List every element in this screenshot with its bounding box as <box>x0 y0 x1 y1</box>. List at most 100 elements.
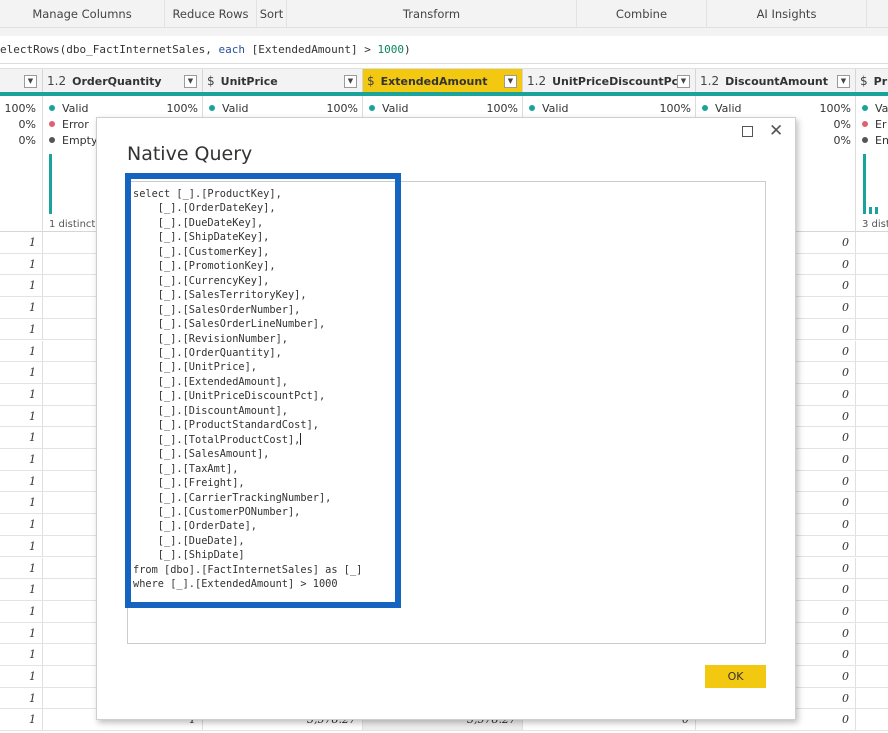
table-cell[interactable]: 1 <box>0 318 43 340</box>
table-cell[interactable] <box>856 536 888 557</box>
table-cell[interactable]: 1 <box>0 275 43 297</box>
column-header-productstandardcost[interactable]: $ Pr <box>856 69 888 93</box>
table-cell[interactable]: 1 <box>0 514 43 536</box>
table-cell[interactable]: 1 <box>0 644 43 666</box>
column-header-unitpricediscountpct[interactable]: 1.2 UnitPriceDiscountPct ▼ <box>523 69 696 93</box>
query-line: [_].[OrderDate], <box>133 520 257 533</box>
query-line: [_].[CurrencyKey], <box>133 274 270 287</box>
table-cell[interactable]: 1 <box>0 579 43 601</box>
ribbon-group-transform[interactable]: Transform <box>287 0 577 28</box>
quality-col-productstandardcost: Va Er En 3 dist <box>856 96 888 232</box>
column-dropdown-icon[interactable]: ▼ <box>184 74 197 88</box>
native-query-dialog: Native Query ✕ select [_].[ProductKey], … <box>96 117 796 720</box>
column-name: UnitPriceDiscountPct <box>552 74 677 88</box>
table-cell[interactable]: 1 <box>0 709 43 731</box>
column-dropdown-icon[interactable]: ▼ <box>24 74 37 88</box>
valid-pct: 100% <box>326 101 358 115</box>
table-cell[interactable]: 1 <box>0 666 43 687</box>
decimal-type-icon: 1.2 <box>47 74 67 88</box>
table-cell[interactable]: 1 <box>0 470 43 492</box>
table-cell[interactable] <box>856 579 888 600</box>
ribbon-group-manage-columns[interactable]: Manage Columns <box>0 0 165 28</box>
table-cell[interactable] <box>856 341 888 362</box>
empty-pct: 0% <box>18 133 36 147</box>
query-line: [_].[DiscountAmount], <box>133 404 288 417</box>
table-cell[interactable] <box>856 275 888 296</box>
formula-bar[interactable]: electRows(dbo_FactInternetSales, each [E… <box>0 36 888 64</box>
empty-dot-icon <box>49 137 55 143</box>
table-cell[interactable] <box>856 362 888 383</box>
table-cell[interactable] <box>856 319 888 340</box>
table-cell[interactable] <box>856 601 888 622</box>
close-icon[interactable]: ✕ <box>769 121 783 141</box>
table-cell[interactable] <box>856 623 888 644</box>
valid-dot-icon <box>209 105 215 111</box>
column-header-orderquantity[interactable]: 1.2 OrderQuantity ▼ <box>43 69 203 93</box>
table-cell[interactable]: 1 <box>0 383 43 405</box>
table-cell[interactable]: 1 <box>0 362 43 384</box>
column-headers: ▼ 1.2 OrderQuantity ▼ $ UnitPrice ▼ $ Ex… <box>0 68 888 93</box>
column-dropdown-icon[interactable]: ▼ <box>344 74 357 88</box>
table-cell[interactable] <box>856 666 888 687</box>
table-cell[interactable] <box>856 449 888 470</box>
table-cell[interactable]: 1 <box>0 622 43 644</box>
table-cell[interactable] <box>856 514 888 535</box>
ribbon-group-sort[interactable]: Sort <box>257 0 287 28</box>
native-query-textarea[interactable]: select [_].[ProductKey], [_].[OrderDateK… <box>127 181 766 644</box>
column-dropdown-icon[interactable]: ▼ <box>677 74 690 88</box>
table-cell[interactable] <box>856 254 888 275</box>
table-cell[interactable] <box>856 492 888 513</box>
query-line: [_].[OrderQuantity], <box>133 346 282 359</box>
table-cell[interactable] <box>856 644 888 665</box>
query-line: [_].[TaxAmt], <box>133 462 239 475</box>
text-caret <box>300 432 302 445</box>
query-line: [_].[UnitPriceDiscountPct], <box>133 390 326 403</box>
table-cell[interactable] <box>856 709 888 730</box>
table-cell[interactable]: 1 <box>0 232 43 253</box>
table-cell[interactable] <box>856 427 888 448</box>
error-dot-icon <box>862 121 868 127</box>
valid-dot-icon <box>702 105 708 111</box>
table-cell[interactable]: 1 <box>0 340 43 362</box>
formula-keyword: each <box>218 43 246 56</box>
currency-type-icon: $ <box>207 74 215 88</box>
column-header-extendedamount[interactable]: $ ExtendedAmount ▼ <box>363 69 523 93</box>
table-cell[interactable] <box>856 297 888 318</box>
currency-type-icon: $ <box>860 74 868 88</box>
column-dropdown-icon[interactable]: ▼ <box>837 74 850 88</box>
maximize-icon[interactable] <box>742 126 753 137</box>
query-line: [_].[SalesOrderLineNumber], <box>133 318 326 331</box>
valid-dot-icon <box>862 105 868 111</box>
ribbon-group-ai-insights[interactable]: AI Insights <box>707 0 867 28</box>
empty-dot-icon <box>862 137 868 143</box>
table-cell[interactable]: 1 <box>0 405 43 427</box>
table-cell[interactable] <box>856 384 888 405</box>
table-cell[interactable]: 1 <box>0 297 43 319</box>
table-cell[interactable] <box>856 232 888 253</box>
filter-icon[interactable]: ▼ <box>504 74 517 88</box>
decimal-type-icon: 1.2 <box>527 74 547 88</box>
column-header-discountamount[interactable]: 1.2 DiscountAmount ▼ <box>696 69 856 93</box>
table-cell[interactable] <box>856 558 888 579</box>
table-cell[interactable]: 1 <box>0 427 43 449</box>
column-header-unitprice[interactable]: $ UnitPrice ▼ <box>203 69 363 93</box>
table-cell[interactable]: 1 <box>0 253 43 275</box>
table-cell[interactable]: 1 <box>0 600 43 622</box>
table-cell[interactable]: 1 <box>0 687 43 709</box>
column-header-prev[interactable]: ▼ <box>0 69 43 93</box>
query-line: [_].[CarrierTrackingNumber], <box>133 491 332 504</box>
table-cell[interactable] <box>856 406 888 427</box>
table-cell[interactable]: 1 <box>0 449 43 470</box>
distribution-bar <box>869 207 872 214</box>
currency-type-icon: $ <box>367 74 375 88</box>
valid-pct: 100% <box>486 101 518 115</box>
table-cell[interactable] <box>856 688 888 709</box>
table-cell[interactable]: 1 <box>0 492 43 514</box>
table-cell[interactable]: 1 <box>0 535 43 557</box>
valid-pct: 100% <box>819 101 851 115</box>
ok-button[interactable]: OK <box>705 665 766 688</box>
ribbon-group-reduce-rows[interactable]: Reduce Rows <box>165 0 257 28</box>
table-cell[interactable] <box>856 471 888 492</box>
ribbon-group-combine[interactable]: Combine <box>577 0 707 28</box>
table-cell[interactable]: 1 <box>0 557 43 579</box>
